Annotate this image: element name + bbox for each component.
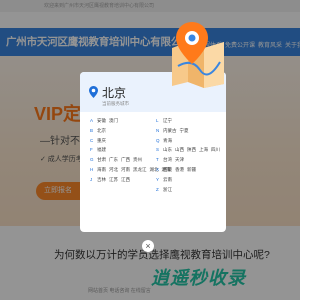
map-illustration-icon bbox=[172, 22, 224, 88]
city-group-letter: Y bbox=[156, 176, 160, 182]
city-option[interactable]: 澳门 bbox=[109, 116, 118, 126]
city-option[interactable]: 北京 bbox=[97, 126, 106, 136]
city-group-row: X 西藏 香港 新疆 bbox=[156, 165, 223, 175]
city-group-row: Z 浙江 bbox=[156, 185, 223, 195]
city-option[interactable]: 海南 bbox=[97, 165, 106, 175]
city-group-letter: G bbox=[90, 157, 94, 163]
close-modal-button[interactable]: × bbox=[142, 240, 154, 252]
city-group-letter: C bbox=[90, 137, 94, 143]
city-option[interactable]: 陕西 bbox=[187, 145, 196, 155]
city-group-letter: L bbox=[156, 118, 159, 123]
city-option[interactable]: 福建 bbox=[97, 145, 106, 155]
city-group-letter: Q bbox=[156, 137, 160, 143]
city-option[interactable]: 重庆 bbox=[97, 136, 106, 146]
city-group-letter: B bbox=[90, 127, 94, 133]
city-group-letter: F bbox=[90, 147, 93, 153]
city-option[interactable]: 安徽 bbox=[97, 116, 106, 126]
city-option[interactable]: 河北 bbox=[109, 165, 118, 175]
city-option[interactable]: 江苏 bbox=[109, 175, 118, 185]
city-group-letter: X bbox=[156, 166, 160, 172]
location-pin-icon bbox=[89, 86, 98, 98]
city-option[interactable]: 河南 bbox=[121, 165, 130, 175]
city-group-row: N 内蒙古 宁夏 bbox=[156, 126, 223, 136]
city-option[interactable]: 宁夏 bbox=[180, 126, 189, 136]
city-option[interactable]: 江西 bbox=[121, 175, 130, 185]
city-option[interactable]: 辽宁 bbox=[163, 116, 172, 126]
city-column-right: L 辽宁 N 内蒙古 宁夏 Q 青海 S 山东 山西 陕西 上海 四川 T 台湾 天津 X 西藏 香港 新疆 Y 云南 Z 浙… bbox=[156, 116, 223, 194]
city-option[interactable]: 青海 bbox=[163, 136, 172, 146]
city-option[interactable]: 香港 bbox=[175, 165, 184, 175]
city-option[interactable]: 天津 bbox=[175, 155, 184, 165]
city-option[interactable]: 山东 bbox=[163, 145, 172, 155]
city-group-letter: N bbox=[156, 127, 160, 133]
city-group-row: S 山东 山西 陕西 上海 四川 bbox=[156, 145, 223, 155]
current-city-label: 当前服务城市 bbox=[102, 101, 129, 106]
current-city: 北京 bbox=[102, 86, 127, 100]
city-option[interactable]: 云南 bbox=[163, 175, 172, 185]
city-option[interactable]: 内蒙古 bbox=[163, 126, 177, 136]
city-group-row: T 台湾 天津 bbox=[156, 155, 223, 165]
city-option[interactable]: 浙江 bbox=[163, 185, 172, 195]
city-group-letter: T bbox=[156, 157, 159, 163]
city-group-letter: H bbox=[90, 166, 94, 172]
city-option[interactable]: 吉林 bbox=[97, 175, 106, 185]
city-group-row: Y 云南 bbox=[156, 175, 223, 185]
city-group-row: L 辽宁 bbox=[156, 116, 223, 126]
city-group-row: Q 青海 bbox=[156, 136, 223, 146]
city-option[interactable]: 上海 bbox=[199, 145, 208, 155]
city-select-modal: 北京 当前服务城市 A 安徽 澳门 B 北京 C 重庆 F 福建 G 甘肃 广东 广西 贵州 H 海南 河北 河南… bbox=[80, 72, 226, 232]
city-option[interactable]: 甘肃 bbox=[97, 155, 106, 165]
city-option[interactable]: 黑龙江 bbox=[133, 165, 147, 175]
city-group-letter: Z bbox=[156, 186, 159, 192]
city-option[interactable]: 贵州 bbox=[133, 155, 142, 165]
city-group-letter: S bbox=[156, 147, 160, 153]
city-option[interactable]: 广西 bbox=[121, 155, 130, 165]
city-group-letter: J bbox=[90, 176, 93, 182]
city-group-letter: A bbox=[90, 118, 94, 123]
city-option[interactable]: 台湾 bbox=[163, 155, 172, 165]
city-option[interactable]: 西藏 bbox=[163, 165, 172, 175]
city-option[interactable]: 新疆 bbox=[187, 165, 196, 175]
city-option[interactable]: 山西 bbox=[175, 145, 184, 155]
city-option[interactable]: 广东 bbox=[109, 155, 118, 165]
city-option[interactable]: 四川 bbox=[211, 145, 220, 155]
city-list: A 安徽 澳门 B 北京 C 重庆 F 福建 G 甘肃 广东 广西 贵州 H 海南 河北 河南 黑龙江 湖北 湖南 J 吉林… bbox=[80, 112, 226, 232]
page: 欢迎来到广州市天河区鹰视教育培训中心有限公司 广州市天河区鹰视教育培训中心有限公… bbox=[0, 0, 309, 300]
